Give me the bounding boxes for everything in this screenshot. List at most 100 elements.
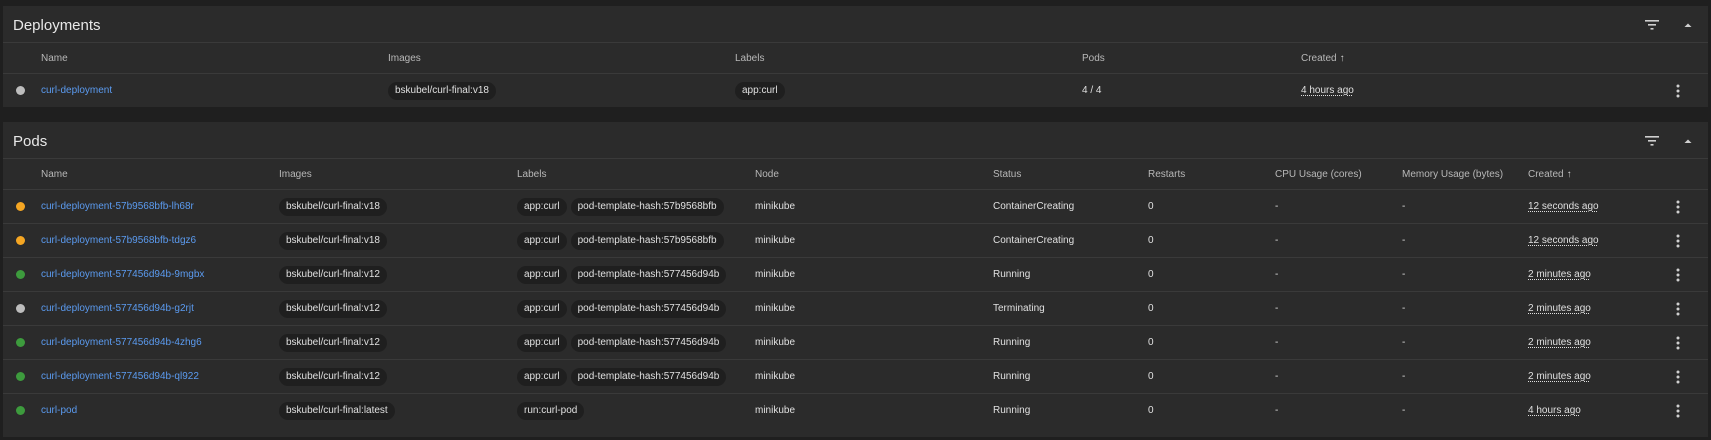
table-row: curl-deployment-57b9568bfb-tdgz6 bskubel…: [3, 223, 1708, 258]
table-row: curl-deployment bskubel/curl-final:v18 a…: [3, 74, 1708, 108]
more-vert-icon[interactable]: [1671, 369, 1685, 385]
column-header-restarts: Restarts: [1148, 159, 1275, 190]
pod-restarts: 0: [1148, 291, 1275, 326]
table-row: curl-deployment-577456d94b-4zhg6 bskubel…: [3, 325, 1708, 360]
pod-restarts: 0: [1148, 359, 1275, 394]
pod-memory: -: [1402, 223, 1528, 258]
image-chip: bskubel/curl-final:v12: [279, 299, 387, 318]
label-chip: run:curl-pod: [517, 401, 585, 420]
deployments-title: Deployments: [13, 17, 101, 34]
pod-node: minikube: [755, 223, 993, 258]
pod-node: minikube: [755, 291, 993, 326]
pod-cpu: -: [1275, 291, 1402, 326]
label-chip: pod-template-hash:57b9568bfb: [570, 197, 724, 216]
status-dot-icon: [16, 269, 25, 279]
pod-node: minikube: [755, 405, 796, 416]
column-header-created[interactable]: Created ↑: [1528, 159, 1671, 190]
column-header-pods: Pods: [1082, 43, 1301, 74]
status-dot-icon: [16, 235, 25, 245]
table-row: curl-deployment-57b9568bfb-lh68r bskubel…: [3, 189, 1708, 224]
pod-name-link[interactable]: curl-deployment-577456d94b-ql922: [41, 371, 199, 382]
column-header-name[interactable]: Name: [41, 43, 388, 74]
image-chip: bskubel/curl-final:v18: [279, 231, 387, 250]
more-vert-icon[interactable]: [1671, 403, 1685, 419]
pod-status: Terminating: [993, 291, 1148, 326]
created-time: 2 minutes ago: [1528, 371, 1591, 382]
status-dot-icon: [16, 201, 25, 211]
pod-status: Running: [993, 359, 1148, 394]
label-chip: app:curl: [735, 81, 785, 100]
table-row: curl-deployment-577456d94b-ql922 bskubel…: [3, 359, 1708, 394]
pod-memory: -: [1402, 405, 1406, 416]
pod-name-link[interactable]: curl-deployment-577456d94b-4zhg6: [41, 337, 202, 348]
filter-icon[interactable]: [1644, 134, 1660, 148]
pod-cpu: -: [1275, 359, 1402, 394]
table-row: curl-deployment-577456d94b-g2rjt bskubel…: [3, 291, 1708, 326]
filter-icon[interactable]: [1644, 18, 1660, 32]
table-row: curl-deployment-577456d94b-9mgbx bskubel…: [3, 257, 1708, 292]
pods-table: Name Images Labels Node Status Restarts …: [3, 159, 1708, 427]
chevron-up-icon[interactable]: [1680, 18, 1696, 32]
pod-name-link[interactable]: curl-deployment-577456d94b-g2rjt: [41, 303, 194, 314]
chevron-up-icon[interactable]: [1680, 134, 1696, 148]
deployments-header: Deployments: [3, 6, 1708, 43]
pod-restarts: 0: [1148, 325, 1275, 360]
pod-status: Running: [993, 405, 1031, 416]
more-vert-icon[interactable]: [1671, 301, 1685, 317]
label-chip: pod-template-hash:577456d94b: [570, 299, 727, 318]
pod-memory: -: [1402, 325, 1528, 360]
pod-node: minikube: [755, 257, 993, 292]
more-vert-icon[interactable]: [1671, 267, 1685, 283]
status-dot-icon: [16, 371, 25, 381]
pod-memory: -: [1402, 359, 1528, 394]
pod-node: minikube: [755, 189, 993, 224]
column-header-status[interactable]: Status: [993, 159, 1148, 190]
created-time: 4 hours ago: [1301, 85, 1354, 96]
more-vert-icon[interactable]: [1671, 233, 1685, 249]
label-chip: pod-template-hash:577456d94b: [570, 367, 727, 386]
pod-cpu: -: [1275, 189, 1402, 224]
deployment-name-link[interactable]: curl-deployment: [41, 85, 112, 96]
more-vert-icon[interactable]: [1671, 199, 1685, 215]
pod-cpu: -: [1275, 325, 1402, 360]
pod-status: ContainerCreating: [993, 189, 1148, 224]
pod-status: ContainerCreating: [993, 223, 1148, 258]
created-time: 2 minutes ago: [1528, 337, 1591, 348]
deployments-table: Name Images Labels Pods Created ↑ curl-de…: [3, 43, 1708, 107]
deployments-card: Deployments Name Images Labels Pods Crea…: [3, 6, 1708, 107]
pod-memory: -: [1402, 291, 1528, 326]
status-dot-icon: [16, 405, 25, 415]
column-header-images: Images: [279, 159, 517, 190]
created-time: 12 seconds ago: [1528, 235, 1599, 246]
more-vert-icon[interactable]: [1671, 83, 1685, 99]
pod-name-link[interactable]: curl-deployment-57b9568bfb-tdgz6: [41, 235, 196, 246]
label-chip: app:curl: [517, 299, 567, 318]
pod-node: minikube: [755, 325, 993, 360]
pod-name-link[interactable]: curl-pod: [41, 405, 77, 416]
created-time: 2 minutes ago: [1528, 303, 1591, 314]
image-chip: bskubel/curl-final:v18: [279, 197, 387, 216]
pod-name-link[interactable]: curl-deployment-57b9568bfb-lh68r: [41, 201, 194, 212]
created-time: 12 seconds ago: [1528, 201, 1599, 212]
image-chip: bskubel/curl-final:v12: [279, 333, 387, 352]
status-dot-icon: [16, 85, 25, 95]
sort-arrow-icon: ↑: [1566, 168, 1572, 180]
pod-restarts: 0: [1148, 405, 1154, 416]
pod-cpu: -: [1275, 257, 1402, 292]
label-chip: app:curl: [517, 197, 567, 216]
deployments-header-row: Name Images Labels Pods Created ↑: [3, 43, 1708, 74]
more-vert-icon[interactable]: [1671, 335, 1685, 351]
pod-memory: -: [1402, 189, 1528, 224]
column-header-name[interactable]: Name: [41, 159, 279, 190]
image-chip: bskubel/curl-final:v18: [388, 81, 496, 100]
pod-name-link[interactable]: curl-deployment-577456d94b-9mgbx: [41, 269, 204, 280]
created-time: 2 minutes ago: [1528, 269, 1591, 280]
pods-title: Pods: [13, 133, 48, 150]
label-chip: app:curl: [517, 367, 567, 386]
column-header-cpu: CPU Usage (cores): [1275, 159, 1402, 190]
image-chip: bskubel/curl-final:v12: [279, 367, 387, 386]
label-chip: pod-template-hash:577456d94b: [570, 265, 727, 284]
column-header-node[interactable]: Node: [755, 159, 993, 190]
column-header-created[interactable]: Created ↑: [1301, 43, 1671, 74]
label-chip: app:curl: [517, 265, 567, 284]
